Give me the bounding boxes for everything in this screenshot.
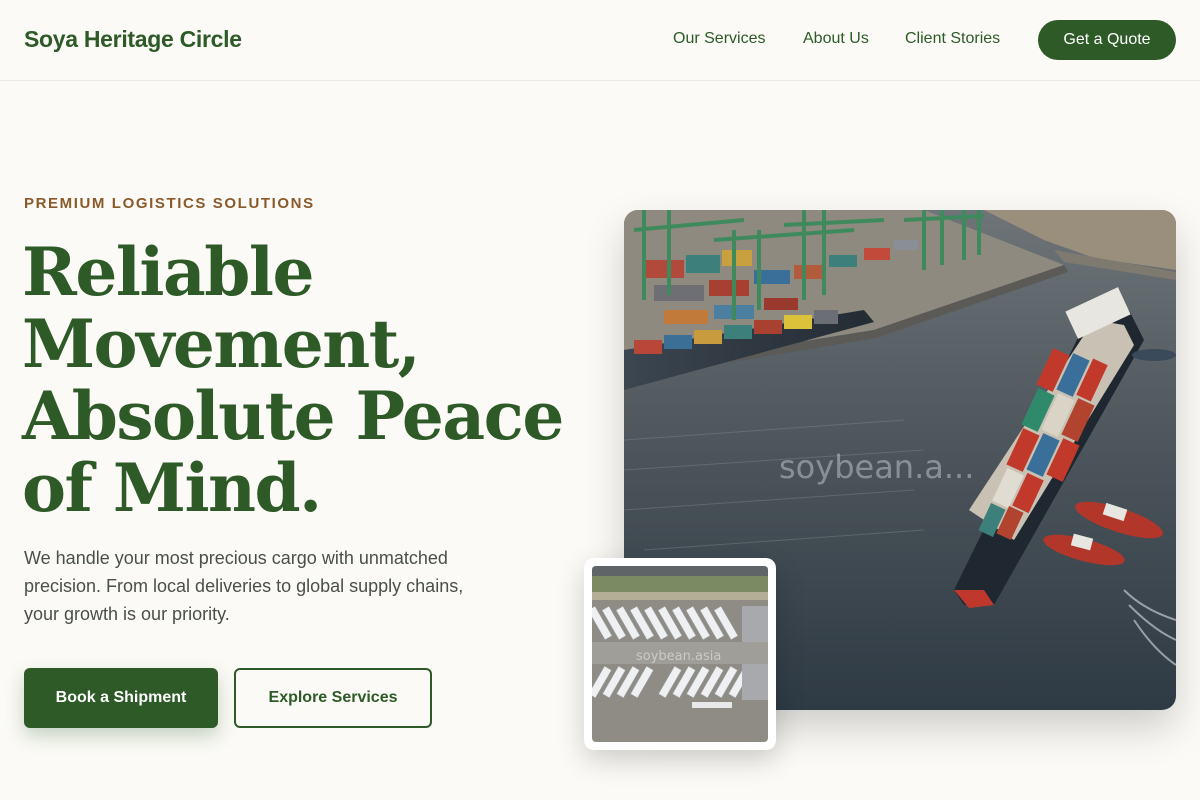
headline-line-3: Absolute Peace [22,377,564,455]
description-line-2: precision. From local deliveries to glob… [24,576,464,596]
main-image-watermark: soybean.a... [779,448,974,486]
thumb-image-watermark: soybean.asia [636,649,721,664]
description-line-3: your growth is our priority. [24,604,230,624]
hero-headline: Reliable Movement, Absolute Peace of Min… [22,236,582,524]
nav-our-services[interactable]: Our Services [673,30,765,48]
hero-description: We handle your most precious cargo with … [24,544,514,628]
headline-line-4: of Mind. [22,449,322,527]
truck-yard-image: soybean.asia [592,566,768,742]
brand-logo-text[interactable]: Soya Heritage Circle [24,26,242,53]
hero-eyebrow: PREMIUM LOGISTICS SOLUTIONS [24,195,315,212]
headline-line-2: Movement, [22,305,421,383]
headline-line-1: Reliable [22,233,314,311]
description-line-1: We handle your most precious cargo with … [24,548,448,568]
explore-services-button[interactable]: Explore Services [234,668,432,728]
truck-yard-thumbnail-card: soybean.asia [584,558,776,750]
get-quote-button[interactable]: Get a Quote [1038,20,1176,60]
book-shipment-button[interactable]: Book a Shipment [24,668,218,728]
nav-client-stories[interactable]: Client Stories [905,30,1000,48]
nav-about-us[interactable]: About Us [803,30,869,48]
site-header: Soya Heritage Circle Our Services About … [0,0,1200,81]
